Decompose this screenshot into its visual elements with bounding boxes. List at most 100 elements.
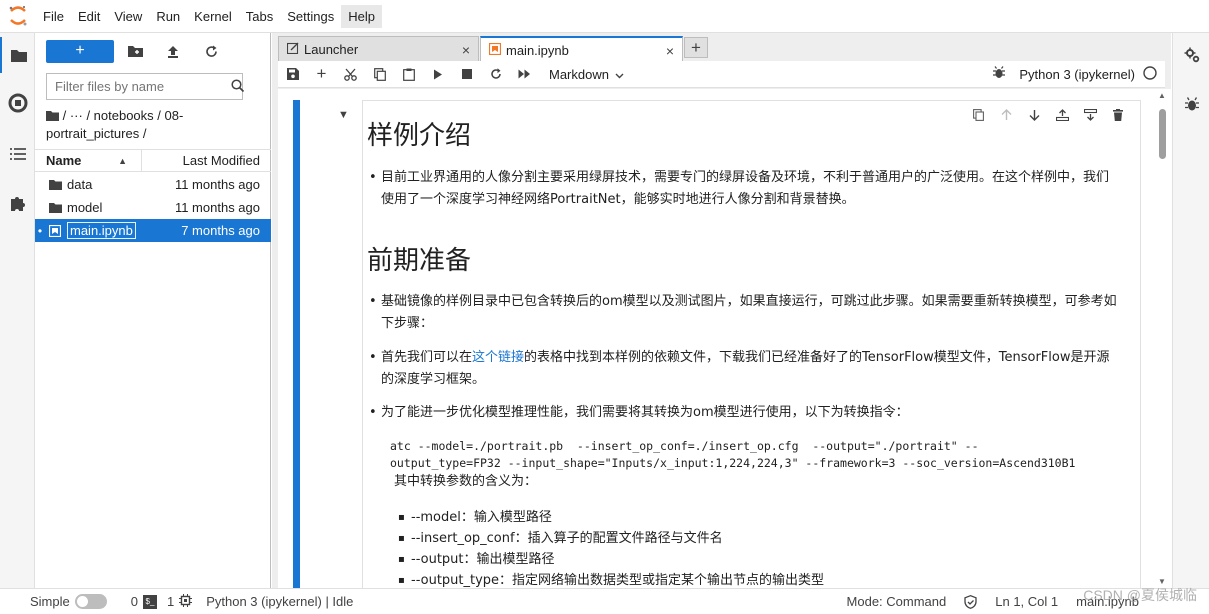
file-name: model [67, 200, 103, 215]
new-tab-button[interactable]: + [684, 37, 708, 58]
prep-bullet-2-pre: 首先我们可以在 [381, 350, 473, 365]
notebook-icon [488, 42, 502, 58]
tab-label: main.ipynb [506, 43, 569, 58]
new-folder-icon[interactable] [116, 39, 154, 63]
trusted-shield-icon[interactable] [964, 594, 977, 609]
insert-cell-icon[interactable]: + [307, 62, 336, 86]
run-icon[interactable] [423, 62, 452, 86]
folder-icon [45, 202, 67, 213]
file-modified: 11 months ago [174, 177, 260, 192]
chevron-down-icon [615, 67, 624, 82]
tab-main-ipynb[interactable]: main.ipynb × [480, 36, 683, 63]
dependency-link[interactable]: 这个链接 [472, 350, 524, 365]
simple-mode-label: Simple [30, 594, 70, 609]
new-launcher-button[interactable]: + [46, 39, 114, 63]
restart-icon[interactable] [481, 62, 510, 86]
notebook-toolbar: + Markdown Python 3 (ipykernel) [278, 61, 1165, 88]
file-list-header: Name ▲ Last Modified [35, 149, 271, 172]
paste-icon[interactable] [394, 62, 423, 86]
heading-collapse-icon[interactable]: ▼ [338, 109, 349, 121]
cell-toolbar [964, 106, 1132, 124]
home-folder-icon[interactable] [46, 108, 59, 125]
markdown-cell[interactable]: 样例介绍 目前工业界通用的人像分割主要采用绿屏技术，需要专门的绿屏设备及环境，不… [362, 100, 1141, 588]
search-icon [231, 78, 245, 95]
debugger-bug-icon[interactable] [993, 66, 1006, 82]
cell-type-select[interactable]: Markdown [549, 67, 624, 82]
scrollbar-thumb[interactable] [1159, 109, 1166, 159]
file-row-data[interactable]: data 11 months ago [35, 173, 271, 196]
close-tab-icon[interactable]: × [666, 43, 674, 59]
terminals-status[interactable]: 0 $_ [131, 594, 157, 609]
kernel-name[interactable]: Python 3 (ipykernel) [1019, 67, 1135, 82]
kernel-idle-status-icon [1143, 65, 1157, 83]
cell-collapser[interactable] [293, 100, 300, 588]
tab-label: Launcher [304, 42, 359, 57]
kernel-area: Python 3 (ipykernel) [993, 65, 1165, 83]
table-of-contents-icon[interactable] [0, 136, 35, 172]
file-browser-toolbar: + [35, 37, 271, 65]
kernel-status[interactable]: Python 3 (ipykernel) | Idle [206, 594, 353, 609]
heading-prep: 前期准备 [367, 246, 472, 276]
move-down-icon[interactable] [1020, 106, 1048, 124]
breadcrumb-path[interactable]: / ··· / notebooks / 08-portrait_pictures… [46, 108, 183, 141]
param-item: --insert_op_conf：插入算子的配置文件路径与文件名 [398, 528, 723, 549]
right-activity-bar [1172, 33, 1209, 588]
running-kernels-icon[interactable] [0, 85, 35, 121]
prep-bullet-3: 为了能进一步优化模型推理性能，我们需要将其转换为om模型进行使用，以下为转换指令… [369, 402, 1121, 424]
debugger-bug-icon[interactable] [1173, 86, 1209, 122]
param-item: --output_type：指定网络输出数据类型或指定某个输出节点的输出类型 [398, 570, 824, 588]
menu-file[interactable]: File [36, 5, 71, 28]
scroll-up-icon[interactable]: ▲ [1158, 91, 1166, 100]
menu-bar: File Edit View Run Kernel Tabs Settings … [0, 0, 1209, 33]
simple-mode-toggle[interactable]: Simple [30, 594, 107, 609]
file-row-main-ipynb[interactable]: • main.ipynb 7 months ago [35, 219, 271, 242]
extension-puzzle-icon[interactable] [0, 185, 35, 221]
menu-help[interactable]: Help [341, 4, 382, 28]
file-modified: 11 months ago [174, 200, 260, 215]
launcher-icon [286, 42, 299, 57]
name-column-label: Name [46, 153, 82, 168]
save-icon[interactable] [278, 62, 307, 86]
name-column-header[interactable]: Name ▲ [35, 149, 142, 172]
atc-command-line-1: atc --model=./portrait.pb --insert_op_co… [390, 439, 979, 453]
last-modified-column-header[interactable]: Last Modified [142, 153, 271, 168]
notebook-scrollbar[interactable]: ▲ ▼ [1155, 89, 1171, 588]
duplicate-cell-icon[interactable] [964, 106, 992, 124]
atc-command-line-2: output_type=FP32 --input_shape="Inputs/x… [390, 456, 1076, 470]
insert-above-icon[interactable] [1048, 106, 1076, 124]
upload-icon[interactable] [154, 39, 192, 63]
prep-bullet-2: 首先我们可以在这个链接的表格中找到本样例的依赖文件，下载我们已经准备好了的Ten… [369, 347, 1121, 391]
running-indicator-icon: • [37, 223, 43, 238]
breadcrumb: / ··· / notebooks / 08-portrait_pictures… [46, 107, 261, 142]
delete-cell-icon[interactable] [1104, 106, 1132, 124]
cursor-position[interactable]: Ln 1, Col 1 [995, 594, 1058, 609]
kernels-count: 1 [166, 594, 175, 609]
file-filter-input[interactable] [55, 79, 231, 94]
sort-ascending-icon: ▲ [118, 155, 127, 166]
folder-icon[interactable] [0, 37, 35, 73]
tab-launcher[interactable]: Launcher × [278, 36, 479, 62]
file-filter-field[interactable] [46, 73, 245, 100]
menu-kernel[interactable]: Kernel [187, 5, 239, 28]
menu-run[interactable]: Run [149, 5, 187, 28]
file-row-model[interactable]: model 11 months ago [35, 196, 271, 219]
property-inspector-gears-icon[interactable] [1173, 37, 1209, 73]
cut-icon[interactable] [336, 62, 365, 86]
stop-icon[interactable] [452, 62, 481, 86]
move-up-icon[interactable] [992, 106, 1020, 124]
restart-run-all-icon[interactable] [510, 62, 539, 86]
toggle-switch[interactable] [74, 594, 107, 609]
close-tab-icon[interactable]: × [462, 42, 470, 58]
menu-edit[interactable]: Edit [71, 5, 107, 28]
notebook-panel[interactable]: ▼ 样例介绍 • 目前工业界通用的人像分割主要采用绿屏技术，需要专门的绿屏设备及… [278, 89, 1165, 588]
menu-tabs[interactable]: Tabs [239, 5, 280, 28]
refresh-icon[interactable] [192, 39, 230, 63]
kernels-status[interactable]: 1 [166, 593, 193, 610]
menu-settings[interactable]: Settings [280, 5, 341, 28]
menu-view[interactable]: View [107, 5, 149, 28]
file-name-rename-input[interactable]: main.ipynb [67, 222, 136, 239]
insert-below-icon[interactable] [1076, 106, 1104, 124]
copy-icon[interactable] [365, 62, 394, 86]
kernel-chip-icon [179, 593, 193, 610]
jupyter-logo-icon[interactable] [0, 0, 36, 33]
